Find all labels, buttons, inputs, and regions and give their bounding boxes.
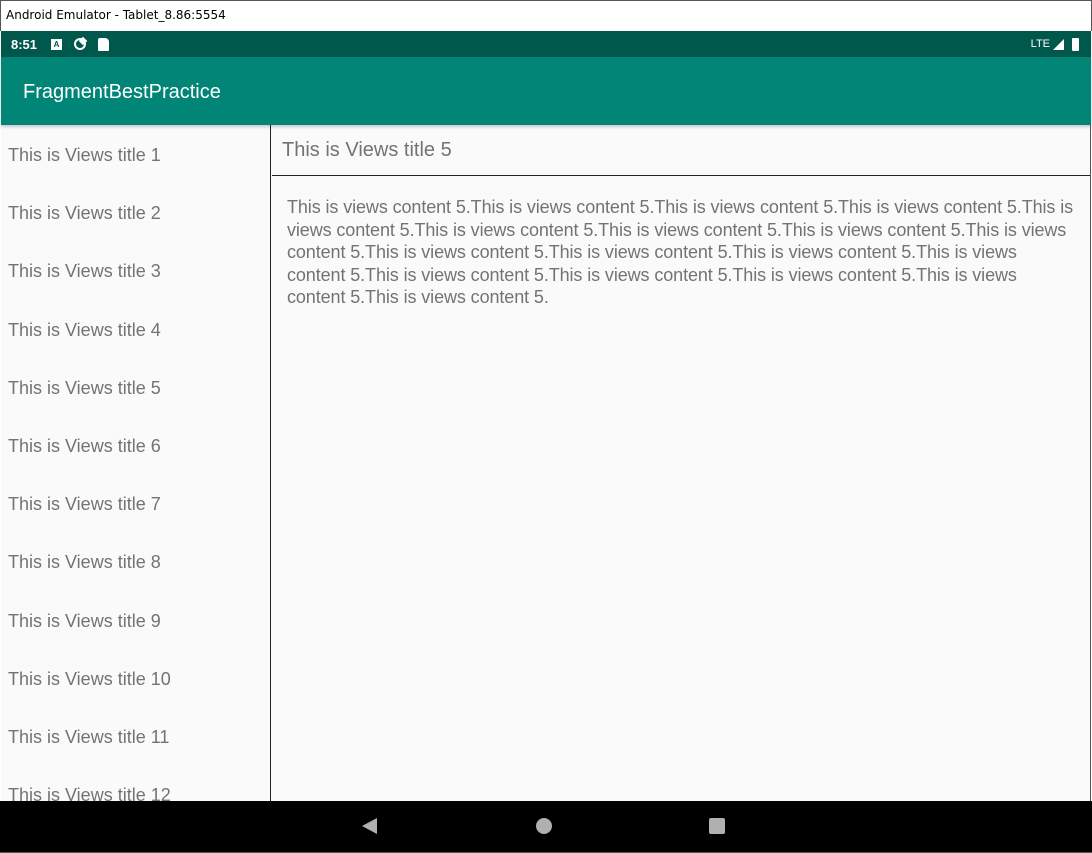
list-item[interactable]: This is Views title 9: [1, 591, 270, 649]
title-list[interactable]: This is Views title 1 This is Views titl…: [1, 125, 271, 801]
sd-card-icon: [98, 37, 110, 51]
network-type: LTE: [1030, 38, 1050, 50]
recents-icon[interactable]: [709, 818, 725, 834]
list-item[interactable]: This is Views title 10: [1, 649, 270, 707]
list-item[interactable]: This is Views title 7: [1, 474, 270, 532]
list-item[interactable]: This is Views title 6: [1, 416, 270, 474]
list-item[interactable]: This is Views title 5: [1, 358, 270, 416]
list-item[interactable]: This is Views title 4: [1, 300, 270, 358]
battery-icon: [1072, 37, 1079, 51]
window-title-bar: Android Emulator - Tablet_8.86:5554: [0, 0, 1092, 31]
detail-pane: This is Views title 5 This is views cont…: [272, 125, 1090, 801]
a-notification-icon: A: [51, 38, 63, 50]
list-item[interactable]: This is Views title 2: [1, 183, 270, 241]
home-icon[interactable]: [536, 818, 552, 834]
main-content: This is Views title 1 This is Views titl…: [1, 125, 1091, 801]
signal-icon: [1053, 38, 1064, 50]
list-item[interactable]: This is Views title 3: [1, 241, 270, 299]
list-item[interactable]: This is Views title 12: [1, 765, 270, 801]
list-item[interactable]: This is Views title 1: [1, 125, 270, 183]
detail-content: This is views content 5.This is views co…: [287, 197, 1073, 307]
app-bar: FragmentBestPractice: [1, 57, 1091, 125]
app-title: FragmentBestPractice: [23, 81, 221, 103]
window-title: Android Emulator - Tablet_8.86:5554: [6, 8, 226, 22]
status-bar: 8:51 A LTE: [1, 31, 1091, 57]
status-time: 8:51: [11, 36, 38, 52]
list-item[interactable]: This is Views title 8: [1, 532, 270, 590]
detail-title: This is Views title 5: [272, 125, 1090, 176]
back-icon[interactable]: [362, 818, 377, 834]
settings-sync-icon: [74, 38, 87, 50]
navigation-bar: [0, 801, 1092, 853]
list-item[interactable]: This is Views title 11: [1, 707, 270, 765]
